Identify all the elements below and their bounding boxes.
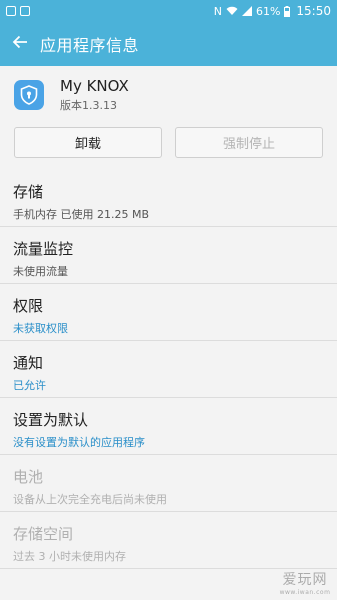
watermark-logo: 爱玩网 www.iwan.com [277, 568, 333, 596]
watermark-sub: www.iwan.com [279, 588, 331, 596]
data-usage-item[interactable]: 流量监控 未使用流量 [0, 227, 337, 284]
app-header: My KNOX 版本1.3.13 [0, 66, 337, 124]
app-bar: 应用程序信息 [0, 22, 337, 66]
page-title: 应用程序信息 [40, 36, 140, 55]
storage-subtitle: 手机内存 已使用 21.25 MB [13, 208, 150, 221]
app-version: 版本1.3.13 [60, 99, 117, 112]
status-bar: N 61% 15:50 [0, 0, 337, 22]
action-buttons: 卸载 强制停止 [0, 127, 337, 159]
wifi-icon [226, 6, 238, 16]
battery-item: 电池 设备从上次完全充电后尚未使用 [0, 455, 337, 512]
notification-icon [6, 6, 16, 16]
signal-icon [241, 6, 252, 16]
settings-list: 存储 手机内存 已使用 21.25 MB 流量监控 未使用流量 权限 未获取权限… [0, 170, 337, 569]
watermark-main: 爱玩网 [282, 571, 328, 588]
nfc-icon: N [213, 4, 222, 18]
data-usage-subtitle: 未使用流量 [13, 265, 68, 278]
data-usage-title: 流量监控 [13, 240, 74, 258]
set-default-subtitle: 没有设置为默认的应用程序 [13, 436, 145, 449]
notifications-subtitle: 已允许 [13, 379, 46, 392]
battery-subtitle: 设备从上次完全充电后尚未使用 [13, 493, 167, 506]
notifications-title: 通知 [13, 354, 44, 372]
force-stop-button: 强制停止 [175, 127, 323, 158]
storage-title: 存储 [13, 183, 44, 201]
set-default-title: 设置为默认 [13, 411, 89, 429]
status-bar-system: N 61% 15:50 [214, 4, 331, 18]
battery-icon [284, 5, 291, 17]
clock: 15:50 [296, 4, 331, 18]
memory-subtitle: 过去 3 小时未使用内存 [13, 550, 126, 563]
memory-title: 存储空间 [13, 525, 74, 543]
set-default-item[interactable]: 设置为默认 没有设置为默认的应用程序 [0, 398, 337, 455]
battery-percent: 61% [255, 4, 281, 18]
back-button[interactable] [0, 22, 40, 66]
storage-item[interactable]: 存储 手机内存 已使用 21.25 MB [0, 170, 337, 227]
memory-item: 存储空间 过去 3 小时未使用内存 [0, 512, 337, 569]
shield-keyhole-icon [14, 80, 44, 110]
app-meta: My KNOX 版本1.3.13 [60, 77, 129, 113]
permissions-item[interactable]: 权限 未获取权限 [0, 284, 337, 341]
notifications-item[interactable]: 通知 已允许 [0, 341, 337, 398]
image-notification-icon [20, 6, 30, 16]
arrow-left-icon [12, 34, 28, 54]
permissions-title: 权限 [13, 297, 44, 315]
status-bar-notifications [6, 6, 30, 16]
app-name: My KNOX [60, 77, 129, 95]
permissions-subtitle: 未获取权限 [13, 322, 68, 335]
uninstall-button[interactable]: 卸载 [14, 127, 162, 158]
battery-title: 电池 [13, 468, 44, 486]
